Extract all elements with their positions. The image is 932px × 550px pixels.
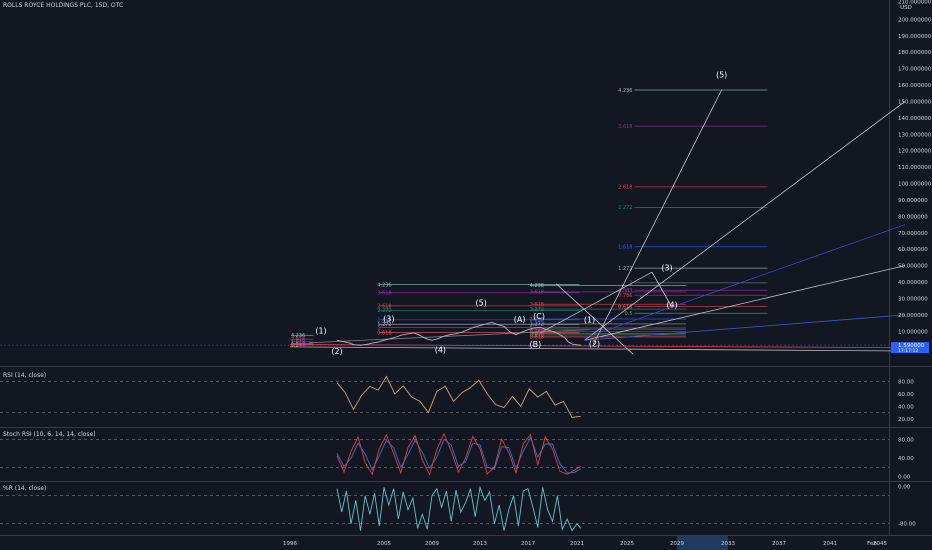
time-tick-10: 2041 [823, 541, 837, 547]
price-tick-14: 70.000000 [898, 231, 928, 237]
wave-label-10: (3) [661, 264, 672, 273]
price-axis-currency: USD [900, 5, 912, 11]
last-price-time: 17:17:12 [898, 348, 918, 354]
price-tick-17: 40.000000 [898, 280, 928, 286]
price-tick-20: 10.000000 [898, 329, 928, 335]
rsi-tick-0: 80.00 [898, 379, 914, 385]
time-tick-12: Feb [867, 541, 877, 547]
time-tick-7: 2029 [670, 541, 684, 547]
time-tick-8: 2033 [721, 541, 735, 547]
chart-root: 4.2362.6181.61810.6180.54.2363.6182.6182… [0, 0, 932, 550]
price-tick-6: 150.000000 [898, 99, 932, 105]
price-tick-12: 90.000000 [898, 198, 928, 204]
price-tick-13: 80.000000 [898, 214, 928, 220]
time-tick-1: 2005 [377, 541, 391, 547]
fib-label-fib-big-10: 0.5 [625, 311, 633, 317]
wave-label-5: (A) [514, 315, 526, 324]
pane-label-rsi: RSI (14, close) [3, 372, 47, 379]
rsi-tick-2: 40.00 [898, 404, 914, 410]
pane-label-stoch-rsi: Stoch RSI (10, 6, 14, 14, close) [3, 431, 96, 438]
time-tick-3: 2013 [473, 541, 487, 547]
time-tick-5: 2021 [570, 541, 584, 547]
price-tick-5: 160.000000 [898, 83, 932, 89]
fib-label-fib-left-5: 0.5 [291, 343, 299, 349]
wave-label-12: (5) [716, 71, 727, 80]
wave-label-6: (B) [529, 340, 541, 349]
wave-label-9: (2) [589, 339, 600, 348]
time-tick-2: 2009 [425, 541, 439, 547]
price-tick-19: 20.000000 [898, 313, 928, 319]
rsi-tick-1: 60.00 [898, 392, 914, 398]
price-tick-2: 190.000000 [898, 34, 932, 40]
time-tick-4: 2017 [521, 541, 535, 547]
wave-label-4: (5) [476, 299, 487, 308]
price-tick-9: 120.000000 [898, 149, 932, 155]
fib-label-fib-mid-3: 2.272 [377, 308, 391, 314]
price-tick-3: 180.000000 [898, 50, 932, 56]
time-tick-0: 1996 [283, 541, 297, 547]
price-tick-16: 50.000000 [898, 264, 928, 270]
price-tick-10: 110.000000 [898, 165, 932, 171]
wave-label-1: (2) [331, 347, 342, 356]
price-tick-18: 30.000000 [898, 296, 928, 302]
fib-label-fib-mid-0: 4.236 [377, 282, 391, 288]
wave-label-7: (C) [533, 312, 545, 321]
fib-label-fib-big-2: 2.618 [618, 185, 632, 191]
chart-svg[interactable]: 4.2362.6181.61810.6180.54.2363.6182.6182… [0, 0, 932, 550]
price-tick-11: 100.000000 [898, 182, 932, 188]
stoch-tick-2: 0.00 [898, 475, 911, 481]
price-tick-15: 60.000000 [898, 247, 928, 253]
price-tick-7: 140.000000 [898, 116, 932, 122]
rsi-tick-3: 20.00 [898, 417, 914, 423]
fib-label-fib-big-0: 4.236 [618, 88, 632, 94]
fib-label-fib-big-1: 3.618 [618, 124, 632, 130]
pane-label-williams-r: %R (14, close) [3, 485, 47, 492]
stoch-tick-0: 80.00 [898, 437, 914, 443]
wpr-tick-0: 0.00 [898, 484, 911, 490]
fib-label-fib-right-1: 3.618 [530, 290, 544, 296]
price-tick-1: 200.000000 [898, 17, 932, 23]
wave-label-0: (1) [315, 326, 326, 335]
fib-label-fib-mid-7: 0.618 [377, 330, 391, 336]
stoch-tick-1: 40.00 [898, 456, 914, 462]
price-tick-4: 170.000000 [898, 67, 932, 73]
fib-label-fib-big-8: 0.786 [618, 293, 632, 299]
wave-label-11: (4) [666, 301, 677, 310]
wave-label-2: (3) [383, 314, 394, 323]
wave-label-8: (1) [584, 315, 595, 324]
fib-label-fib-big-4: 1.618 [618, 245, 632, 251]
time-tick-6: 2025 [620, 541, 634, 547]
price-tick-0: 210.000000 [898, 0, 932, 6]
fib-label-fib-mid-1: 3.618 [377, 291, 391, 297]
time-tick-9: 2037 [772, 541, 786, 547]
wave-label-3: (4) [435, 346, 446, 355]
fib-label-fib-big-3: 2.272 [618, 205, 632, 211]
fib-label-fib-right-0: 4.236 [530, 283, 544, 289]
wpr-tick-1: -80.00 [898, 522, 916, 528]
price-tick-8: 130.000000 [898, 132, 932, 138]
chart-title: ROLLS ROYCE HOLDINGS PLC, 15D, OTC [3, 2, 124, 9]
